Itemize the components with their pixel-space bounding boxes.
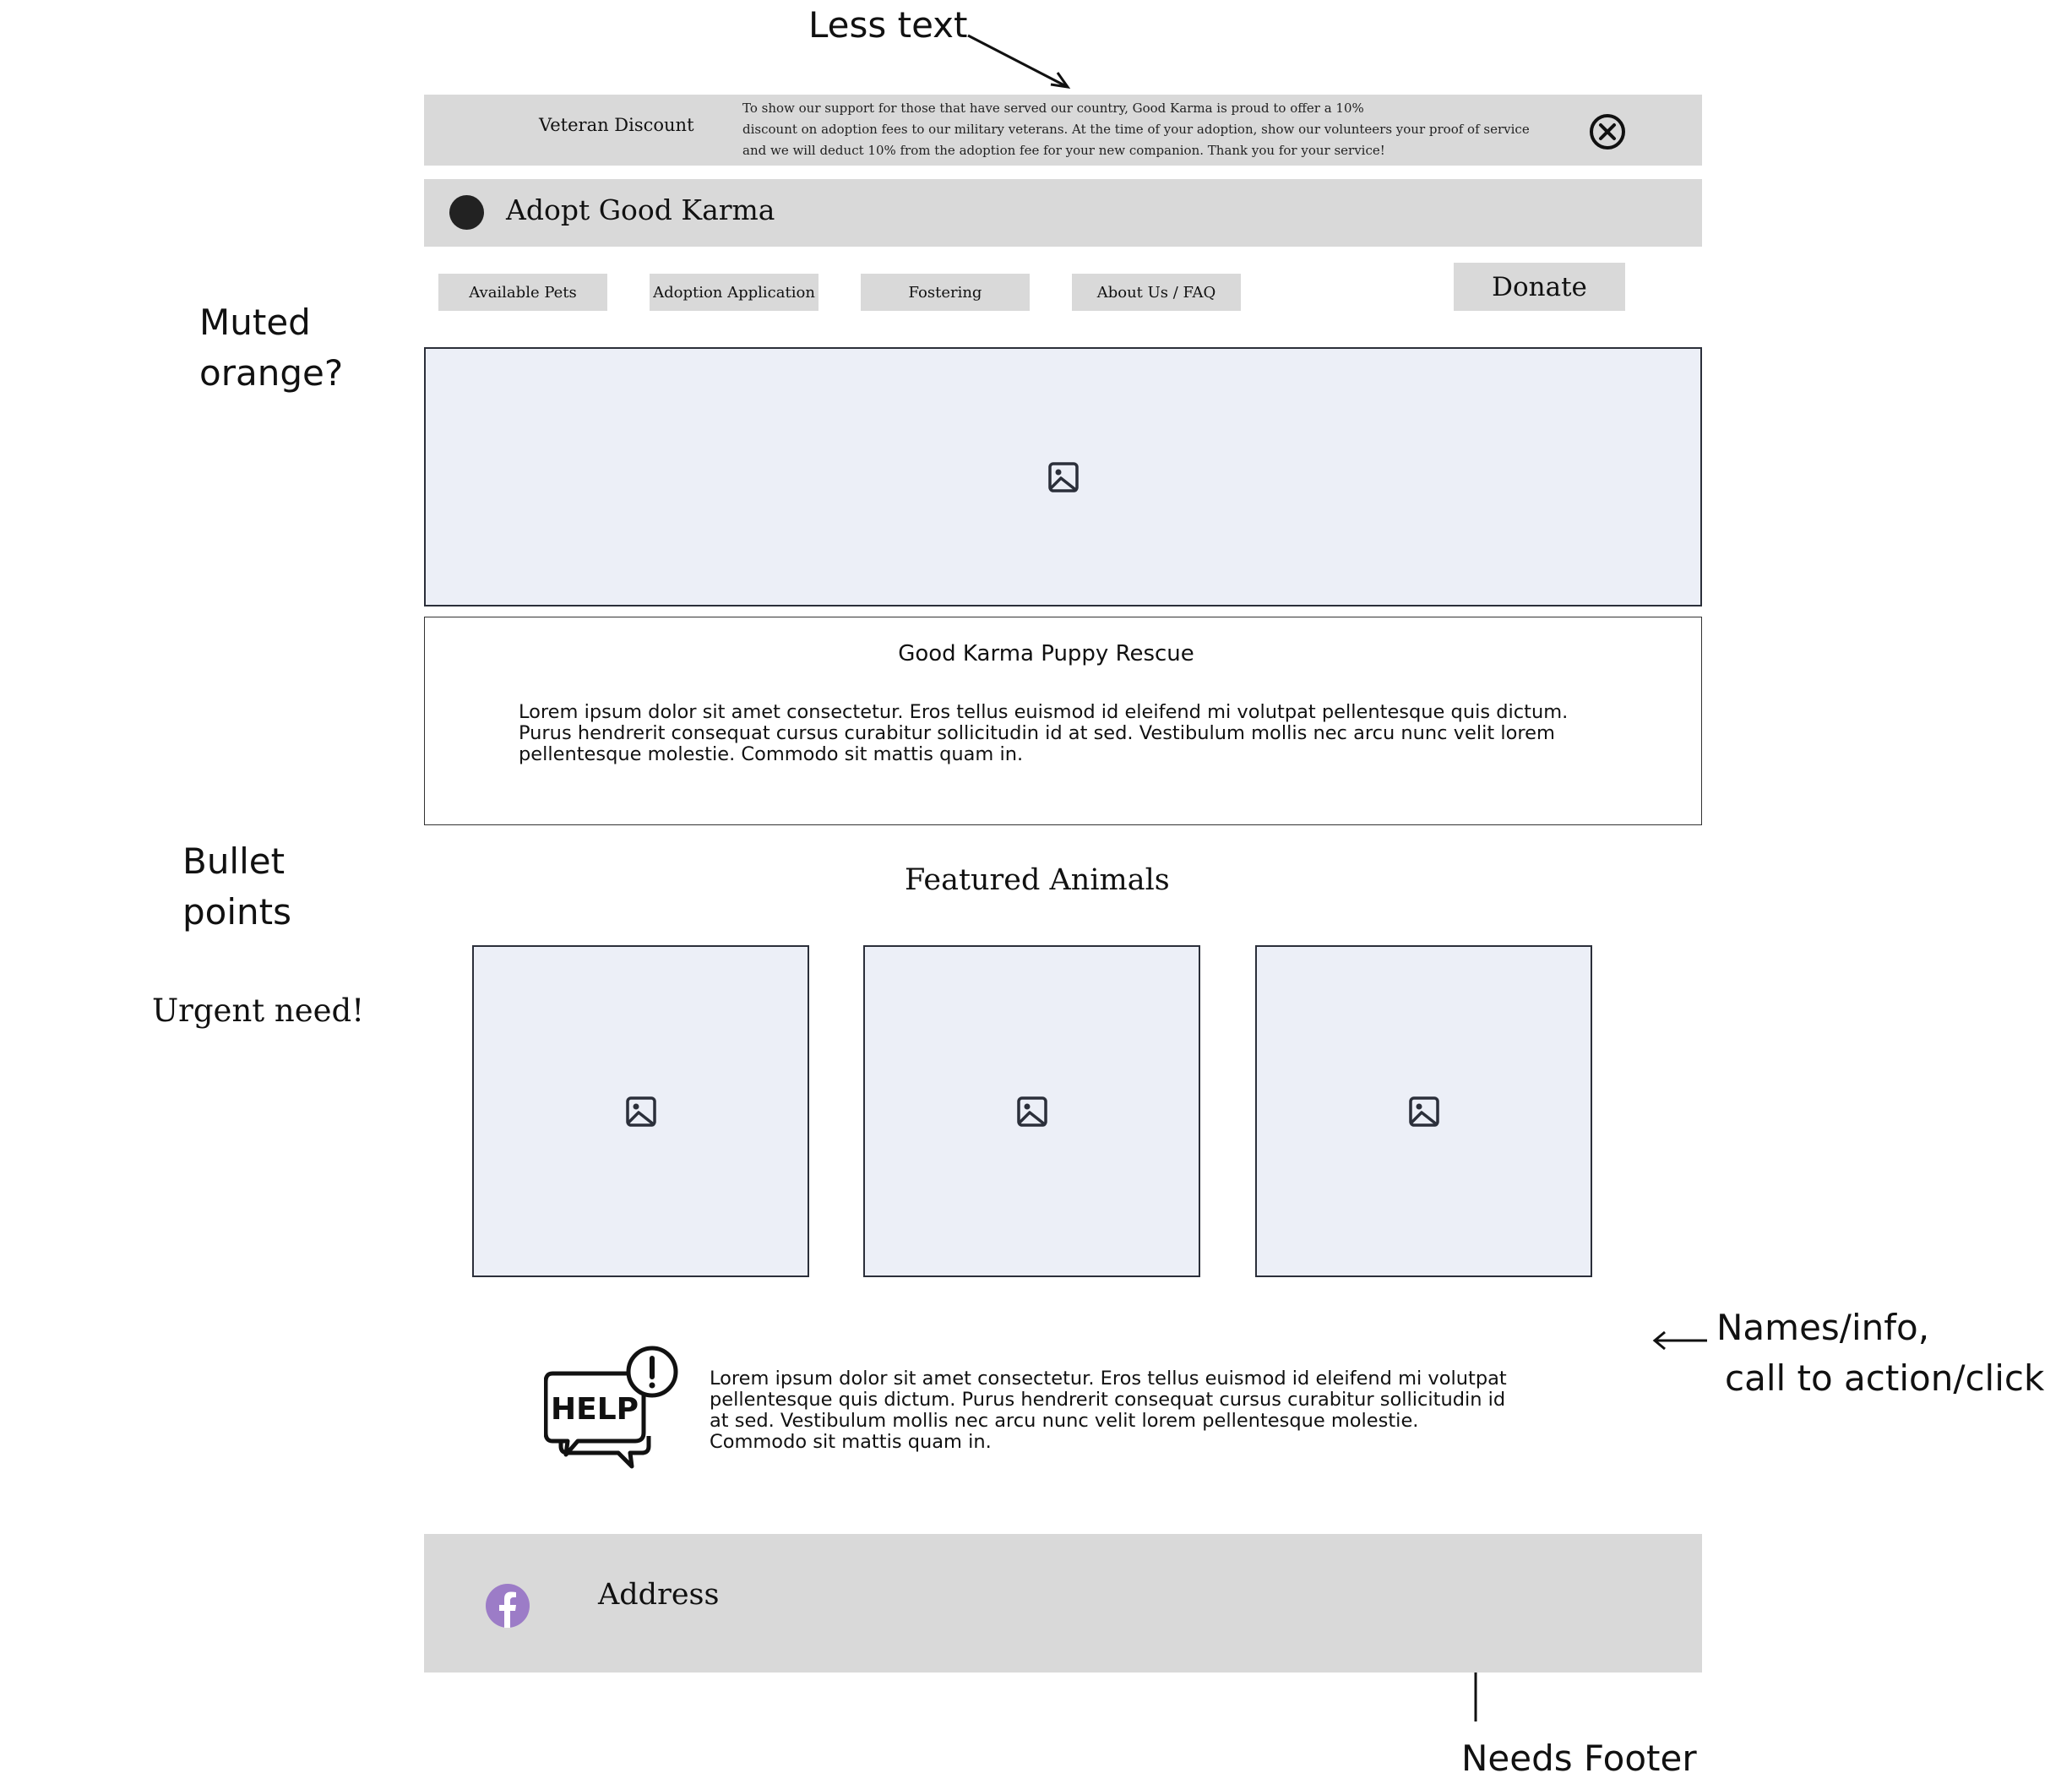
nav-available-pets[interactable]: Available Pets xyxy=(438,274,607,311)
about-body: Lorem ipsum dolor sit amet consectetur. … xyxy=(519,701,1569,765)
veteran-discount-banner: Veteran Discount To show our support for… xyxy=(424,95,1702,166)
about-title: Good Karma Puppy Rescue xyxy=(898,641,1194,666)
annotation-names-info: Names/info, call to action/click xyxy=(1716,1307,2045,1399)
help-body: Lorem ipsum dolor sit amet consectetur. … xyxy=(710,1368,1507,1453)
facebook-icon[interactable] xyxy=(485,1583,530,1629)
donate-button[interactable]: Donate xyxy=(1454,263,1625,311)
annotation-arrow-left xyxy=(1652,1330,1707,1351)
hero-image xyxy=(424,347,1702,606)
annotation-arrow-down-right xyxy=(967,34,1071,90)
annotation-bullet-points: Bullet points xyxy=(182,840,291,933)
featured-animal-card[interactable] xyxy=(472,945,809,1277)
annotation-needs-footer: Needs Footer xyxy=(1461,1738,1697,1779)
image-placeholder-icon xyxy=(1407,1095,1441,1129)
featured-animal-card[interactable] xyxy=(1255,945,1592,1277)
image-placeholder-icon xyxy=(1047,460,1080,494)
help-speech-bubble-icon: HELP xyxy=(544,1346,678,1469)
featured-title: Featured Animals xyxy=(905,863,1170,897)
site-header: Adopt Good Karma xyxy=(424,179,1702,247)
banner-title: Veteran Discount xyxy=(539,115,694,135)
footer-address: Address xyxy=(598,1578,720,1612)
featured-animal-card[interactable] xyxy=(863,945,1200,1277)
site-name[interactable]: Adopt Good Karma xyxy=(506,193,775,226)
close-circle-icon[interactable] xyxy=(1588,112,1627,151)
svg-text:HELP: HELP xyxy=(551,1392,639,1427)
site-footer: Address xyxy=(424,1534,1702,1672)
nav-about-faq[interactable]: About Us / FAQ xyxy=(1072,274,1241,311)
annotation-muted-orange: Muted orange? xyxy=(199,302,344,394)
logo-circle-icon[interactable] xyxy=(449,195,484,230)
annotation-less-text: Less text xyxy=(808,4,968,46)
nav-fostering[interactable]: Fostering xyxy=(861,274,1030,311)
image-placeholder-icon xyxy=(1015,1095,1049,1129)
nav-adoption-application[interactable]: Adoption Application xyxy=(650,274,818,311)
image-placeholder-icon xyxy=(624,1095,658,1129)
about-section: Good Karma Puppy Rescue Lorem ipsum dolo… xyxy=(424,617,1702,825)
banner-text: To show our support for those that have … xyxy=(742,101,1530,158)
annotation-urgent-need: Urgent need! xyxy=(152,993,365,1029)
